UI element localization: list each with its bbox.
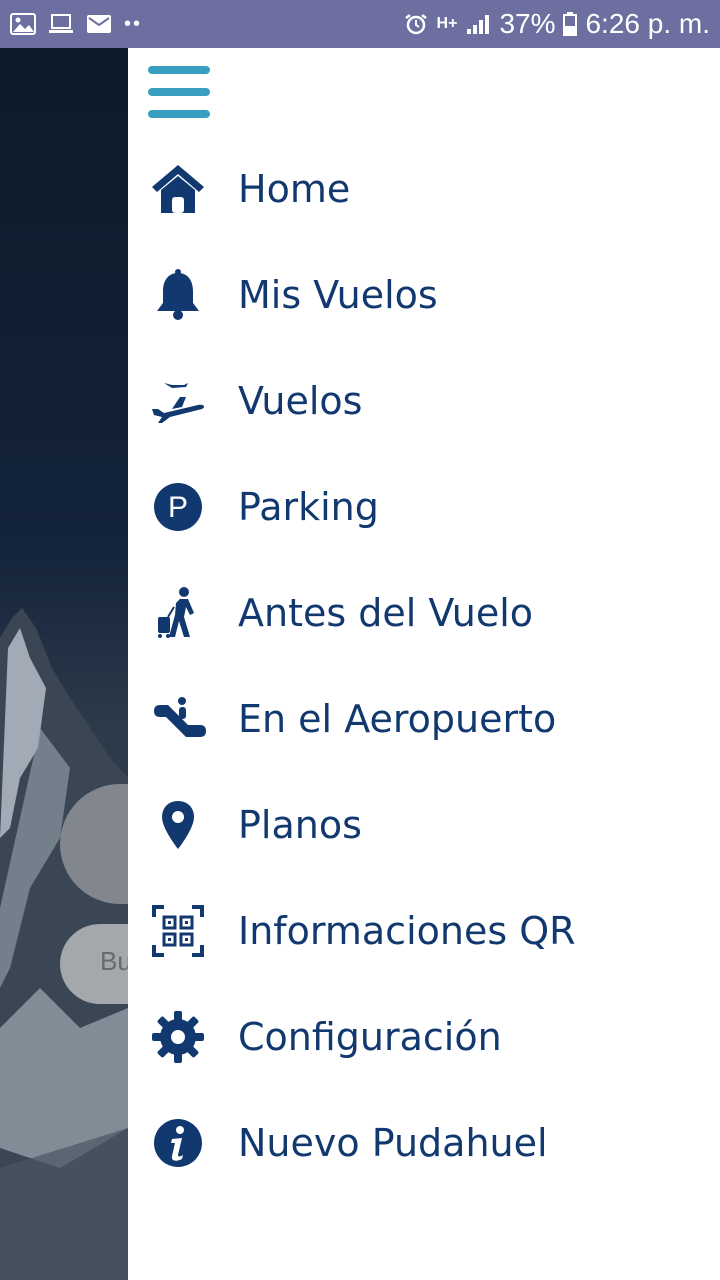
hamburger-line xyxy=(148,66,210,74)
map-pin-icon xyxy=(146,793,210,857)
more-dots-icon: •• xyxy=(124,12,143,35)
menu-item-planos[interactable]: Planos xyxy=(128,772,720,878)
hamburger-icon[interactable] xyxy=(148,66,210,118)
mail-icon xyxy=(87,15,111,33)
menu-item-label: Informaciones QR xyxy=(238,909,576,953)
menu-item-parking[interactable]: P Parking xyxy=(128,454,720,560)
menu-item-informaciones-qr[interactable]: Informaciones QR xyxy=(128,878,720,984)
status-system: H+ 37% 6:26 p. m. xyxy=(403,8,710,40)
airplane-icon xyxy=(146,369,210,433)
menu-item-en-el-aeropuerto[interactable]: En el Aeropuerto xyxy=(128,666,720,772)
menu-item-label: Nuevo Pudahuel xyxy=(238,1121,548,1165)
status-notifications: •• xyxy=(10,13,142,36)
menu-item-configuracion[interactable]: Configuración xyxy=(128,984,720,1090)
menu-item-mis-vuelos[interactable]: Mis Vuelos xyxy=(128,242,720,348)
traveler-icon xyxy=(146,581,210,645)
menu-item-antes-del-vuelo[interactable]: Antes del Vuelo xyxy=(128,560,720,666)
signal-icon xyxy=(467,15,490,34)
menu-item-label: Antes del Vuelo xyxy=(238,591,534,635)
clock: 6:26 p. m. xyxy=(585,8,710,39)
qr-code-icon xyxy=(146,899,210,963)
navigation-drawer: Home Mis Vuelos Vuelos P Parking Antes d… xyxy=(128,48,720,1280)
bell-icon xyxy=(146,263,210,327)
parking-icon: P xyxy=(146,475,210,539)
network-type: H+ xyxy=(436,15,458,32)
menu-item-label: Home xyxy=(238,167,351,211)
info-icon xyxy=(146,1111,210,1175)
hamburger-line xyxy=(148,110,210,118)
menu-item-nuevo-pudahuel[interactable]: Nuevo Pudahuel xyxy=(128,1090,720,1196)
menu-item-label: En el Aeropuerto xyxy=(238,697,557,741)
menu-item-label: Vuelos xyxy=(238,379,363,423)
gear-icon xyxy=(146,1005,210,1069)
image-icon xyxy=(10,13,36,35)
home-icon xyxy=(146,157,210,221)
background-app: Bu xyxy=(0,48,128,1280)
battery-icon xyxy=(563,12,578,36)
menu-item-label: Parking xyxy=(238,485,379,529)
menu-item-label: Planos xyxy=(238,803,362,847)
menu-item-vuelos[interactable]: Vuelos xyxy=(128,348,720,454)
status-bar: •• H+ 37% 6:26 p. m. xyxy=(0,0,720,48)
svg-text:P: P xyxy=(168,491,188,524)
drawer-menu: Home Mis Vuelos Vuelos P Parking Antes d… xyxy=(128,136,720,1196)
menu-item-home[interactable]: Home xyxy=(128,136,720,242)
battery-percent: 37% xyxy=(499,8,556,39)
alarm-icon xyxy=(404,14,427,35)
menu-item-label: Configuración xyxy=(238,1015,502,1059)
laptop-icon xyxy=(49,14,73,33)
menu-item-label: Mis Vuelos xyxy=(238,273,438,317)
hamburger-line xyxy=(148,88,210,96)
escalator-icon xyxy=(146,687,210,751)
